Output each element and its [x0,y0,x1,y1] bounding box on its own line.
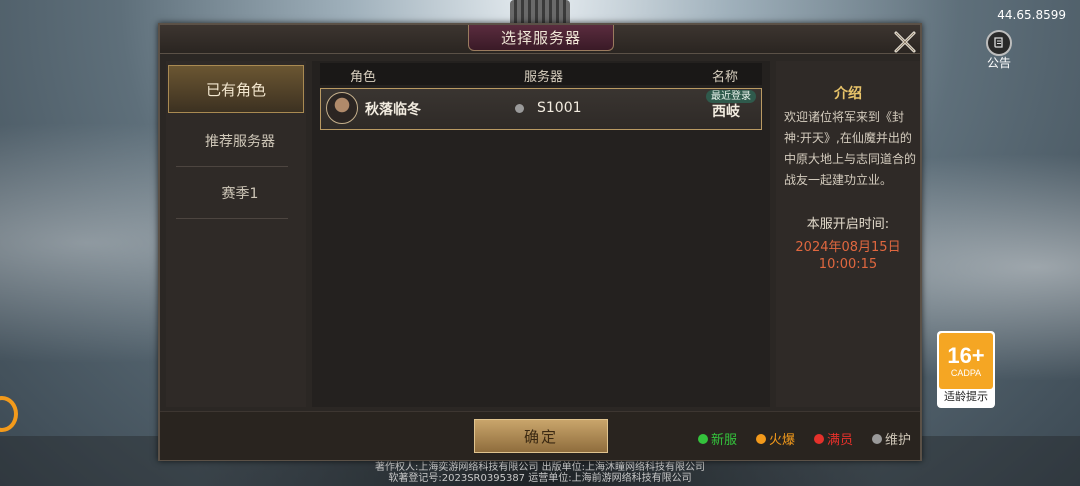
intro-panel: 介绍 欢迎诸位将军来到《封神:开天》,在仙魔并出的中原大地上与志同道合的战友一起… [776,61,920,407]
confirm-label: 确定 [523,427,558,446]
sidebar-divider [176,218,288,219]
age-rating-label: 适龄提示 [944,390,988,403]
ip-text: 44.65.8599 [997,8,1066,22]
age-rating-number: 16+ [947,343,985,368]
sidebar: 已有角色 推荐服务器 赛季1 [166,61,306,407]
sidebar-item-season-1[interactable]: 赛季1 [176,169,304,217]
legend-dot [756,433,766,444]
sidebar-item-label: 推荐服务器 [205,134,275,150]
sidebar-divider [176,166,288,167]
legend-label: 满员 [827,433,854,448]
dialog-title: 选择服务器 [500,29,581,47]
sidebar-item-label: 已有角色 [205,80,266,99]
scroll-icon [986,30,1012,56]
legend-dot [698,433,708,444]
legend-hot: 火爆 [756,429,795,448]
dialog-title-plate: 选择服务器 [468,25,614,51]
server-select-dialog: 选择服务器 已有角色 推荐服务器 赛季1 角色 服务器 名称 秋落临冬 S100… [158,23,922,461]
list-header: 角色 服务器 名称 [320,63,762,85]
legend-dot [872,433,882,444]
character-name: 秋落临冬 [365,102,421,118]
server-status-dot [515,104,524,113]
open-date: 2024年08月15日 [795,240,901,255]
header-character: 角色 [350,70,377,85]
table-row[interactable]: 秋落临冬 S1001 最近登录 西岐 [320,88,762,130]
sidebar-item-existing-characters[interactable]: 已有角色 [168,65,304,113]
header-server: 服务器 [524,70,564,85]
intro-body: 欢迎诸位将军来到《封神:开天》,在仙魔并出的中原大地上与志同道合的战友一起建功立… [784,110,917,187]
open-time: 10:00:15 [818,257,878,272]
age-rating-sub: CADPA [950,368,982,378]
legend-dot [814,433,824,444]
server-id: S1001 [537,100,582,116]
server-name: 西岐 [712,104,740,120]
sidebar-item-recommended-servers[interactable]: 推荐服务器 [176,117,304,165]
legend-new: 新服 [698,429,737,448]
legend-maintenance: 维护 [872,429,911,448]
intro-title: 介绍 [834,86,862,102]
open-time-label: 本服开启时间: [806,217,890,232]
server-list: 角色 服务器 名称 秋落临冬 S1001 最近登录 西岐 [312,61,770,407]
avatar [326,92,358,124]
age-rating-badge[interactable]: 16+ CADPA 适龄提示 [937,331,995,408]
close-icon [894,31,916,53]
legend-label: 火爆 [769,433,796,448]
sidebar-item-label: 赛季1 [221,186,259,202]
legend-full: 满员 [814,429,853,448]
legend-label: 维护 [885,433,912,448]
confirm-button[interactable]: 确定 [474,419,608,453]
header-name: 名称 [712,70,739,85]
close-button[interactable] [892,29,918,55]
notice-label: 公告 [986,56,1011,70]
dialog-footer: 确定 新服 火爆 满员 维护 [160,411,920,460]
copyright-line-2: 软著登记号:2023SR0395387 运营单位:上海前游网络科技有限公司 [388,473,692,484]
notice-button[interactable]: 公告 [984,30,1014,70]
legend-label: 新服 [711,433,738,448]
